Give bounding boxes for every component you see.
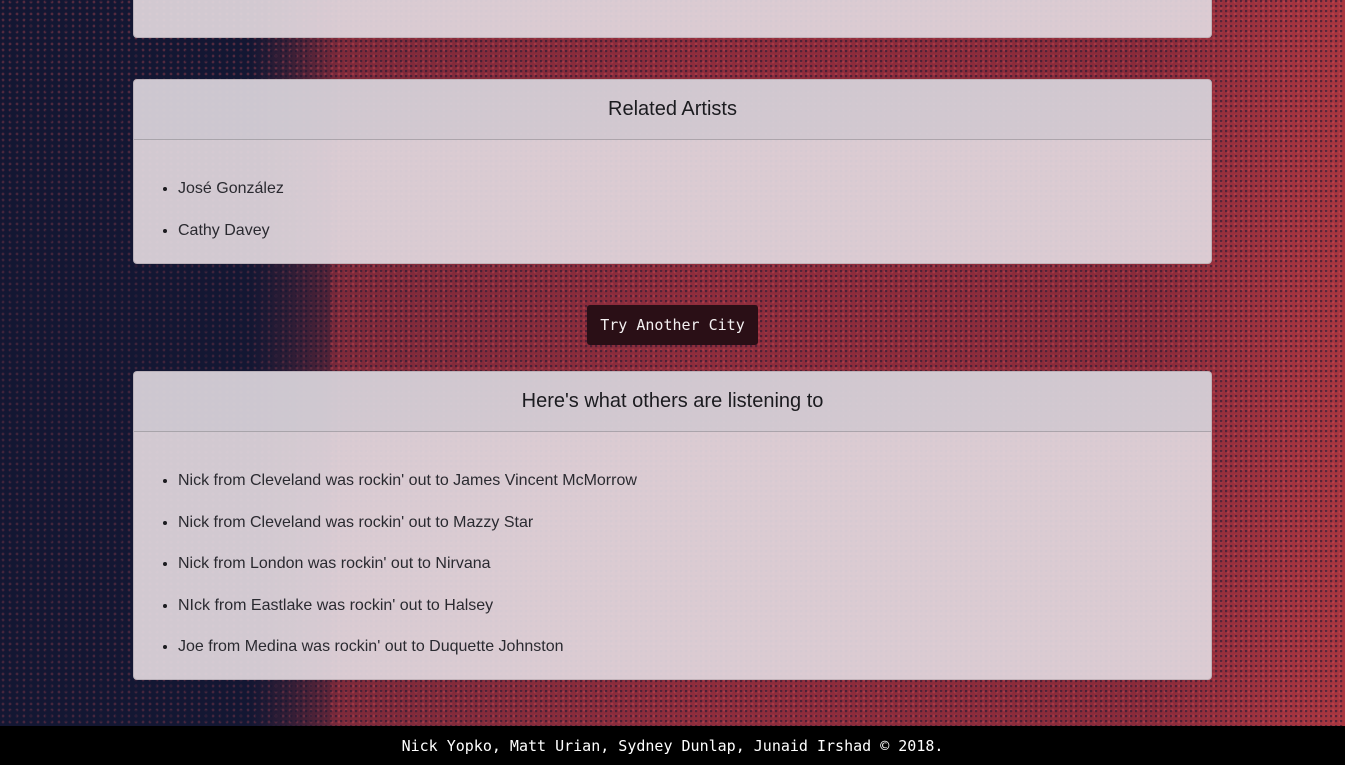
others-listening-title: Here's what others are listening to bbox=[134, 372, 1211, 432]
list-item: Nick from London was rockin' out to Nirv… bbox=[178, 543, 1211, 585]
previous-card bbox=[133, 0, 1212, 38]
list-item: NIck from Eastlake was rockin' out to Ha… bbox=[178, 585, 1211, 627]
try-another-city-wrap: Try Another City bbox=[0, 305, 1345, 345]
list-item: Joe from Medina was rockin' out to Duque… bbox=[178, 626, 1211, 668]
list-item: Nick from Cleveland was rockin' out to J… bbox=[178, 460, 1211, 502]
list-item: José González bbox=[178, 168, 1211, 210]
related-artists-list: José González Cathy Davey bbox=[134, 140, 1211, 251]
list-item: Cathy Davey bbox=[178, 210, 1211, 252]
try-another-city-button[interactable]: Try Another City bbox=[587, 305, 758, 345]
others-listening-card: Here's what others are listening to Nick… bbox=[133, 371, 1212, 680]
related-artists-card: Related Artists José González Cathy Dave… bbox=[133, 79, 1212, 264]
footer: Nick Yopko, Matt Urian, Sydney Dunlap, J… bbox=[0, 726, 1345, 765]
related-artists-title: Related Artists bbox=[134, 80, 1211, 140]
list-item: Nick from Cleveland was rockin' out to M… bbox=[178, 502, 1211, 544]
footer-credits: Nick Yopko, Matt Urian, Sydney Dunlap, J… bbox=[401, 736, 944, 755]
others-listening-list: Nick from Cleveland was rockin' out to J… bbox=[134, 432, 1211, 668]
